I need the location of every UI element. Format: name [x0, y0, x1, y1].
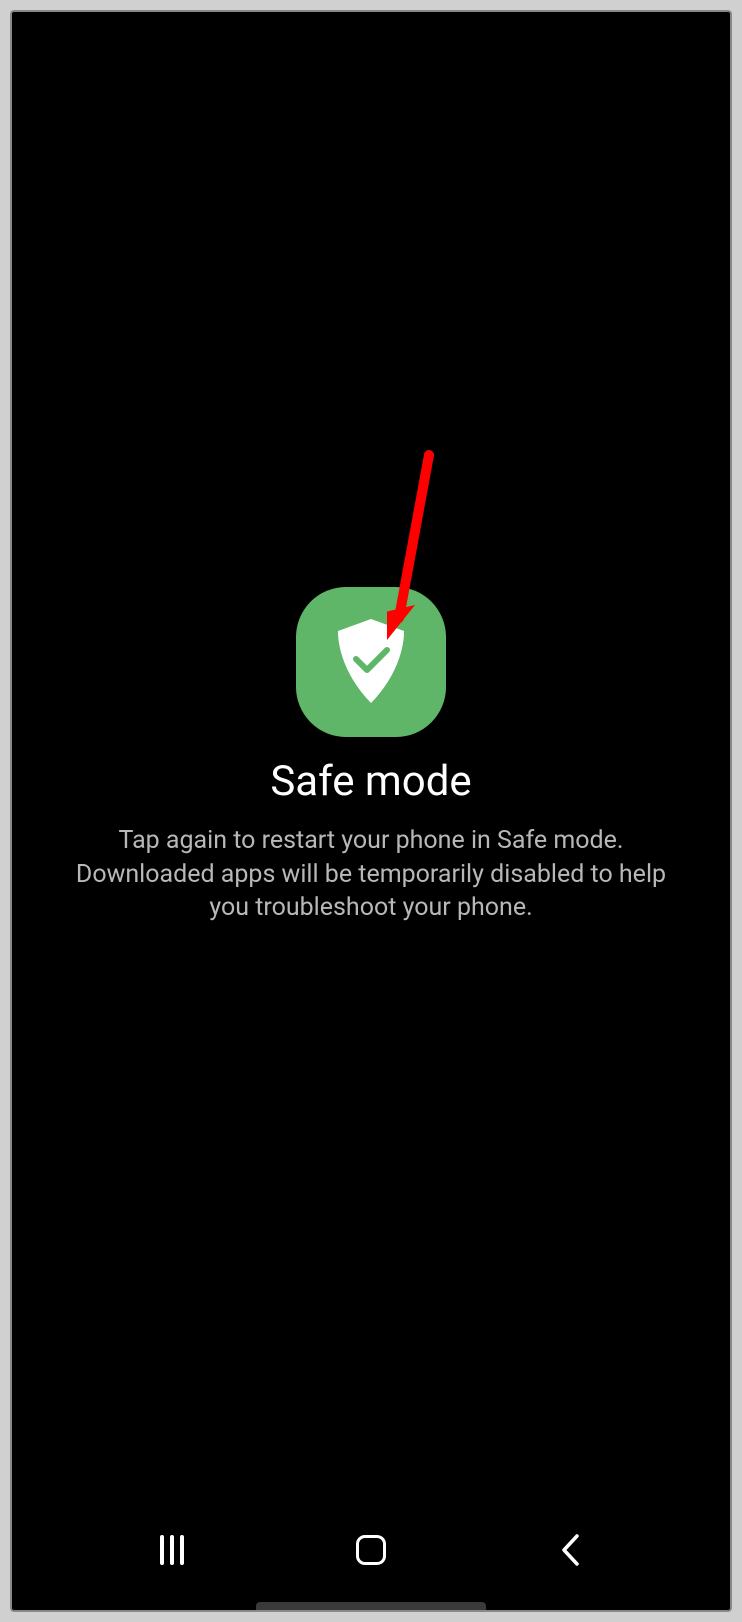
- shield-check-icon: [332, 617, 410, 707]
- navigation-bar: [12, 1500, 730, 1610]
- recents-button[interactable]: [147, 1525, 197, 1575]
- home-button[interactable]: [346, 1525, 396, 1575]
- safe-mode-confirmation: Safe mode Tap again to restart your phon…: [12, 12, 730, 1500]
- safe-mode-title: Safe mode: [270, 757, 471, 806]
- safe-mode-button[interactable]: [296, 587, 446, 737]
- home-icon: [356, 1535, 386, 1565]
- gesture-indicator: [256, 1602, 486, 1610]
- back-icon: [560, 1533, 580, 1567]
- safe-mode-description: Tap again to restart your phone in Safe …: [61, 824, 681, 925]
- phone-screen: Safe mode Tap again to restart your phon…: [10, 10, 732, 1612]
- back-button[interactable]: [545, 1525, 595, 1575]
- recents-icon: [160, 1535, 184, 1565]
